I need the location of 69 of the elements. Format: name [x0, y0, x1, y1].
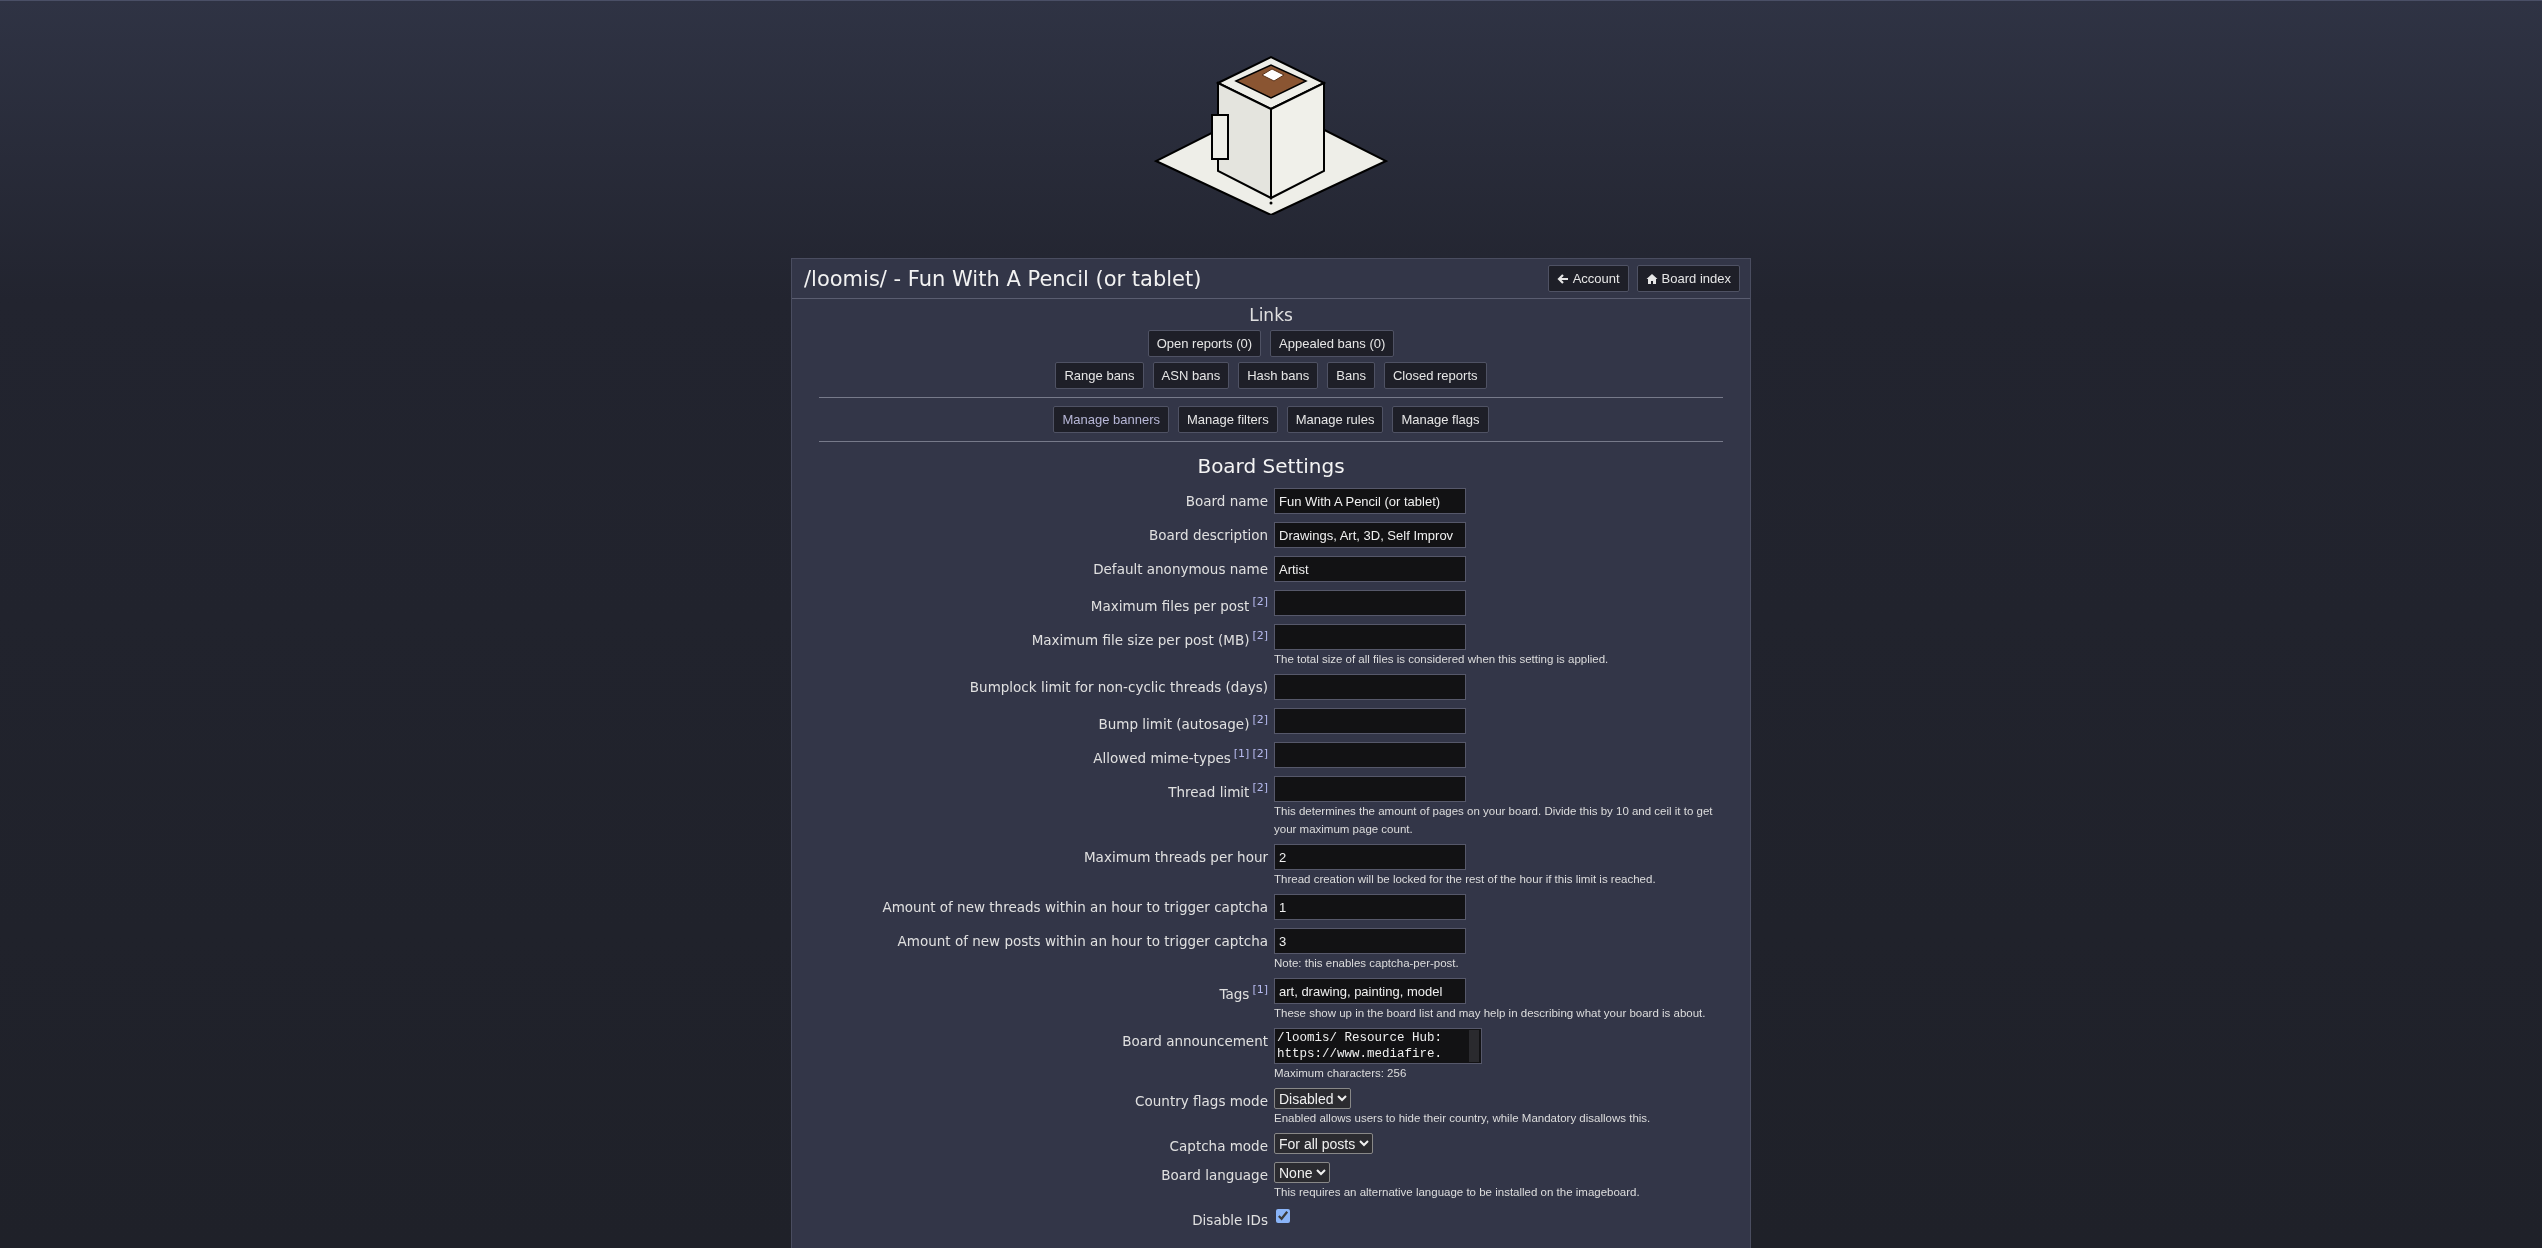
field-label: Thread limit: [1168, 783, 1250, 800]
field-label: Board name: [1185, 493, 1268, 509]
announcement-textarea[interactable]: /loomis/ Resource Hub: https://www.mediafire.: [1274, 1028, 1482, 1064]
field-label: Disable IDs: [1192, 1212, 1268, 1228]
footnote-link[interactable]: [2]: [1252, 713, 1268, 726]
link-button[interactable]: Closed reports: [1383, 362, 1487, 389]
link-button[interactable]: Manage banners: [1053, 406, 1170, 433]
text-field[interactable]: Drawings, Art, 3D, Self Improv: [1274, 522, 1466, 548]
field-label: Maximum threads per hour: [1083, 849, 1268, 865]
text-field[interactable]: [1274, 708, 1466, 734]
text-field[interactable]: 3: [1274, 928, 1466, 954]
field-label: Bump limit (autosage): [1098, 715, 1250, 732]
field-hint: The total size of all files is considered when this setting is applied.: [1274, 652, 1609, 667]
link-button[interactable]: ASN bans: [1152, 362, 1230, 389]
field-label: Country flags mode: [1135, 1093, 1268, 1109]
link-button[interactable]: Manage flags: [1392, 406, 1489, 433]
field-hint: These show up in the board list and may help in describing what your board is about.: [1274, 1006, 1706, 1021]
text-field[interactable]: art, drawing, painting, model: [1274, 978, 1466, 1004]
field-label: Allowed mime-types: [1093, 749, 1231, 766]
link-button[interactable]: Hash bans: [1238, 362, 1319, 389]
footnote-link[interactable]: [2]: [1252, 595, 1268, 608]
text-field[interactable]: [1274, 674, 1466, 700]
links-heading: Links: [1248, 305, 1294, 325]
field-label: Tags: [1219, 985, 1250, 1002]
text-field[interactable]: 1: [1274, 894, 1466, 920]
board-title: /loomis/ - Fun With A Pencil (or tablet): [804, 266, 1202, 291]
field-label: Amount of new posts within an hour to trigger captcha: [897, 933, 1268, 949]
field-hint: This determines the amount of pages on your board. Divide this by 10 and ceil it to get your maximum page count.: [1274, 804, 1714, 837]
field-label: Amount of new threads within an hour to trigger captcha: [882, 899, 1268, 915]
link-button[interactable]: Range bans: [1055, 362, 1144, 389]
field-hint: This requires an alternative language to be installed on the imageboard.: [1274, 1185, 1640, 1200]
field-hint: Maximum characters: 256: [1274, 1066, 1407, 1081]
left-arrow-icon: [1556, 272, 1569, 285]
dropdown[interactable]: None: [1274, 1162, 1330, 1183]
text-field[interactable]: Fun With A Pencil (or tablet): [1274, 488, 1466, 514]
text-field[interactable]: [1274, 742, 1466, 768]
board-index-button[interactable]: Board index: [1636, 265, 1740, 292]
text-field[interactable]: Artist: [1274, 556, 1466, 582]
field-hint: Note: this enables captcha-per-post.: [1274, 956, 1459, 971]
footnote-link[interactable]: [2]: [1252, 629, 1268, 642]
settings-heading: Board Settings: [1196, 454, 1346, 478]
footnote-link[interactable]: [2]: [1252, 747, 1268, 760]
field-label: Board description: [1148, 527, 1268, 543]
link-button[interactable]: Open reports (0): [1147, 330, 1262, 357]
account-button[interactable]: Account: [1547, 265, 1629, 292]
text-field[interactable]: [1274, 776, 1466, 802]
house-icon: [1645, 272, 1658, 285]
link-button[interactable]: Manage filters: [1178, 406, 1278, 433]
dropdown[interactable]: For all posts: [1274, 1133, 1373, 1154]
footnote-link[interactable]: [2]: [1252, 781, 1268, 794]
field-label: Board language: [1161, 1167, 1268, 1183]
text-field[interactable]: 2: [1274, 844, 1466, 870]
footnote-link[interactable]: [1]: [1233, 747, 1250, 760]
field-hint: Thread creation will be locked for the rest of the hour if this limit is reached.: [1274, 872, 1656, 887]
footnote-link[interactable]: [1]: [1252, 983, 1268, 996]
checkbox[interactable]: [1276, 1209, 1290, 1223]
field-label: Captcha mode: [1169, 1138, 1268, 1154]
link-button[interactable]: Bans: [1327, 362, 1375, 389]
link-button[interactable]: Appealed bans (0): [1270, 330, 1395, 357]
field-label: Maximum file size per post (MB): [1031, 631, 1250, 648]
dropdown[interactable]: Disabled: [1274, 1088, 1351, 1109]
field-label: Maximum files per post: [1090, 597, 1250, 614]
field-label: Bumplock limit for non-cyclic threads (days): [969, 679, 1268, 695]
text-field[interactable]: [1274, 624, 1466, 650]
text-field[interactable]: [1274, 590, 1466, 616]
field-label: Default anonymous name: [1093, 561, 1268, 577]
link-button[interactable]: Manage rules: [1286, 406, 1384, 433]
field-hint: Enabled allows users to hide their country, while Mandatory disallows this.: [1274, 1111, 1651, 1126]
field-label: Board announcement: [1122, 1033, 1268, 1049]
